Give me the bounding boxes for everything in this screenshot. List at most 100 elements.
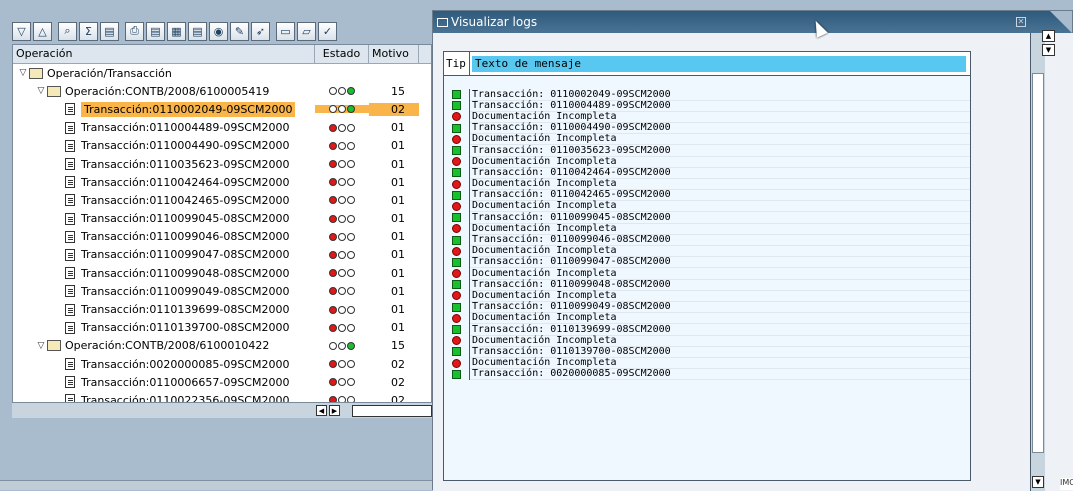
column-header-operation[interactable]: Operación <box>13 45 315 63</box>
tree-node-transaction[interactable]: Transacción:0110099048-08SCM2000 01 <box>13 264 431 282</box>
tree-node-transaction[interactable]: Transacción:0110099049-08SCM2000 01 <box>13 282 431 300</box>
print-menu-button[interactable]: ▤ <box>146 21 165 41</box>
close-icon[interactable]: ✕ <box>1016 17 1026 27</box>
log-row[interactable]: Documentación Incompleta <box>444 111 970 123</box>
off-light-icon <box>329 341 337 350</box>
column-header-message[interactable]: Texto de mensaje <box>472 55 966 72</box>
dialog-title-bar[interactable]: Visualizar logs ✕ <box>433 11 1072 33</box>
tree-node-transaction[interactable]: Transacción:0110002049-09SCM2000 02 <box>13 100 431 118</box>
column-header-status[interactable]: Estado <box>315 45 369 63</box>
layout-button[interactable]: ▦ <box>167 21 186 41</box>
log-row[interactable]: Documentación Incompleta <box>444 200 970 213</box>
log-row[interactable]: Transacción: 0110099048-08SCM2000 <box>444 279 970 291</box>
message-type-cell <box>444 111 470 123</box>
status-lights <box>315 87 369 96</box>
log-row[interactable]: Documentación Incompleta <box>444 335 970 347</box>
tree-node-transaction[interactable]: Transacción:0110099046-08SCM2000 01 <box>13 228 431 246</box>
layout-menu-button[interactable]: ▤ <box>188 21 207 41</box>
status-lights <box>315 214 369 223</box>
open-folder-button[interactable]: ▱ <box>297 21 316 41</box>
print-button[interactable]: ⎙ <box>125 21 144 41</box>
log-row[interactable]: Transacción: 0110139699-08SCM2000 <box>444 324 970 336</box>
tree-node-transaction[interactable]: Transacción:0110099045-08SCM2000 01 <box>13 210 431 228</box>
scroll-track[interactable] <box>352 405 432 417</box>
log-row[interactable]: Documentación Incompleta <box>444 312 970 325</box>
tree-node-transaction[interactable]: Transacción:0020000085-09SCM2000 02 <box>13 355 431 373</box>
folder-button[interactable]: ▭ <box>276 21 295 41</box>
tree-node-transaction[interactable]: Transacción:0110139700-08SCM2000 01 <box>13 319 431 337</box>
scroll-left-button[interactable]: ◀ <box>316 405 327 416</box>
log-row[interactable]: Transacción: 0020000085-09SCM2000 <box>444 368 970 381</box>
tree-node-transaction[interactable]: Transacción:0110139699-08SCM2000 01 <box>13 300 431 318</box>
tree-node-transaction[interactable]: Transacción:0110042464-09SCM2000 01 <box>13 173 431 191</box>
log-row[interactable]: Documentación Incompleta <box>444 156 970 168</box>
outer-scroll-up-button[interactable]: ▲ <box>1042 30 1055 42</box>
log-row[interactable]: Transacción: 0110002049-09SCM2000 <box>444 89 970 101</box>
reason-code: 02 <box>391 375 405 389</box>
tree-node-operation[interactable]: ▽ Operación:CONTB/2008/6100010422 15 <box>13 337 431 355</box>
message-type-cell <box>444 234 470 246</box>
outer-scroll-down-button[interactable]: ▼ <box>1042 44 1055 56</box>
tree-node-transaction[interactable]: Transacción:0110042465-09SCM2000 01 <box>13 191 431 209</box>
subtotal-button[interactable]: ▤ <box>100 21 119 41</box>
expand-all-button[interactable]: ▽ <box>12 21 31 41</box>
log-row[interactable]: Transacción: 0110099045-08SCM2000 <box>444 212 970 224</box>
log-row[interactable]: Documentación Incompleta <box>444 290 970 302</box>
export-button[interactable]: ➶ <box>251 21 270 41</box>
status-lights <box>315 160 369 169</box>
red-light-icon <box>329 214 337 223</box>
tree-node-transaction[interactable]: Transacción:0110035623-09SCM2000 01 <box>13 155 431 173</box>
off-light-icon <box>347 123 355 132</box>
column-header-reason[interactable]: Motivo <box>369 45 419 63</box>
tree-node-operation[interactable]: ▽ Operación/Transacción <box>13 64 431 82</box>
success-icon <box>452 369 461 379</box>
tree-node-transaction[interactable]: Transacción:0110006657-09SCM2000 02 <box>13 373 431 391</box>
tree-node-transaction[interactable]: Transacción:0110099047-08SCM2000 01 <box>13 246 431 264</box>
reason-code: 01 <box>391 212 405 226</box>
log-row[interactable]: Documentación Incompleta <box>444 133 970 146</box>
log-row[interactable]: Transacción: 0110042464-09SCM2000 <box>444 167 970 179</box>
collapse-all-button[interactable]: △ <box>33 21 52 41</box>
expand-arrow-icon[interactable]: ▽ <box>35 86 47 96</box>
horizontal-scrollbar[interactable]: ◀ ▶ <box>12 402 432 418</box>
off-light-icon <box>347 378 355 387</box>
find-button[interactable]: ⌕ <box>58 21 77 41</box>
log-row[interactable]: Documentación Incompleta <box>444 268 970 280</box>
expand-arrow-icon[interactable]: ▽ <box>35 341 47 351</box>
magic-button[interactable]: ✓ <box>318 21 337 41</box>
red-light-icon <box>329 178 337 187</box>
log-dialog: Visualizar logs ✕ Tip Texto de mensaje T… <box>432 10 1073 491</box>
message-type-cell <box>444 290 470 302</box>
scroll-right-button[interactable]: ▶ <box>329 405 340 416</box>
log-row[interactable]: Transacción: 0110099046-08SCM2000 <box>444 234 970 247</box>
tree-node-transaction[interactable]: Transacción:0110004489-09SCM2000 01 <box>13 119 431 137</box>
reason-code: 01 <box>391 230 405 244</box>
status-lights <box>315 360 369 369</box>
off-light-icon <box>347 323 355 332</box>
log-row[interactable]: Documentación Incompleta <box>444 357 970 370</box>
reason-code: 01 <box>391 121 405 135</box>
log-row[interactable]: Transacción: 0110139700-08SCM2000 <box>444 346 970 358</box>
log-row[interactable]: Transacción: 0110035623-09SCM2000 <box>444 145 970 157</box>
tree-node-transaction[interactable]: Transacción:0110004490-09SCM2000 01 <box>13 137 431 155</box>
expand-arrow-icon[interactable]: ▽ <box>17 68 29 78</box>
details-button[interactable]: ◉ <box>209 21 228 41</box>
off-light-icon <box>347 196 355 205</box>
message-type-cell <box>444 212 470 224</box>
tree-node-operation[interactable]: ▽ Operación:CONTB/2008/6100005419 15 <box>13 82 431 100</box>
log-row[interactable]: Documentación Incompleta <box>444 223 970 235</box>
log-row[interactable]: Transacción: 0110004489-09SCM2000 <box>444 100 970 112</box>
log-row[interactable]: Transacción: 0110099047-08SCM2000 <box>444 256 970 269</box>
sum-button[interactable]: Σ <box>79 21 98 41</box>
error-icon <box>452 201 461 211</box>
message-text: Transacción: 0110002049-09SCM2000 <box>470 89 970 101</box>
reason-code: 01 <box>391 193 405 207</box>
log-row[interactable]: Documentación Incompleta <box>444 178 970 191</box>
edit-button[interactable]: ✎ <box>230 21 249 41</box>
vertical-scrollbar[interactable]: ▲ ▼ <box>1030 33 1045 491</box>
window-icon <box>437 17 448 27</box>
scroll-thumb[interactable] <box>1032 73 1044 453</box>
scroll-down-button[interactable]: ▼ <box>1032 476 1044 488</box>
column-header-tip[interactable]: Tip <box>444 52 470 75</box>
message-text: Documentación Incompleta <box>470 312 970 325</box>
